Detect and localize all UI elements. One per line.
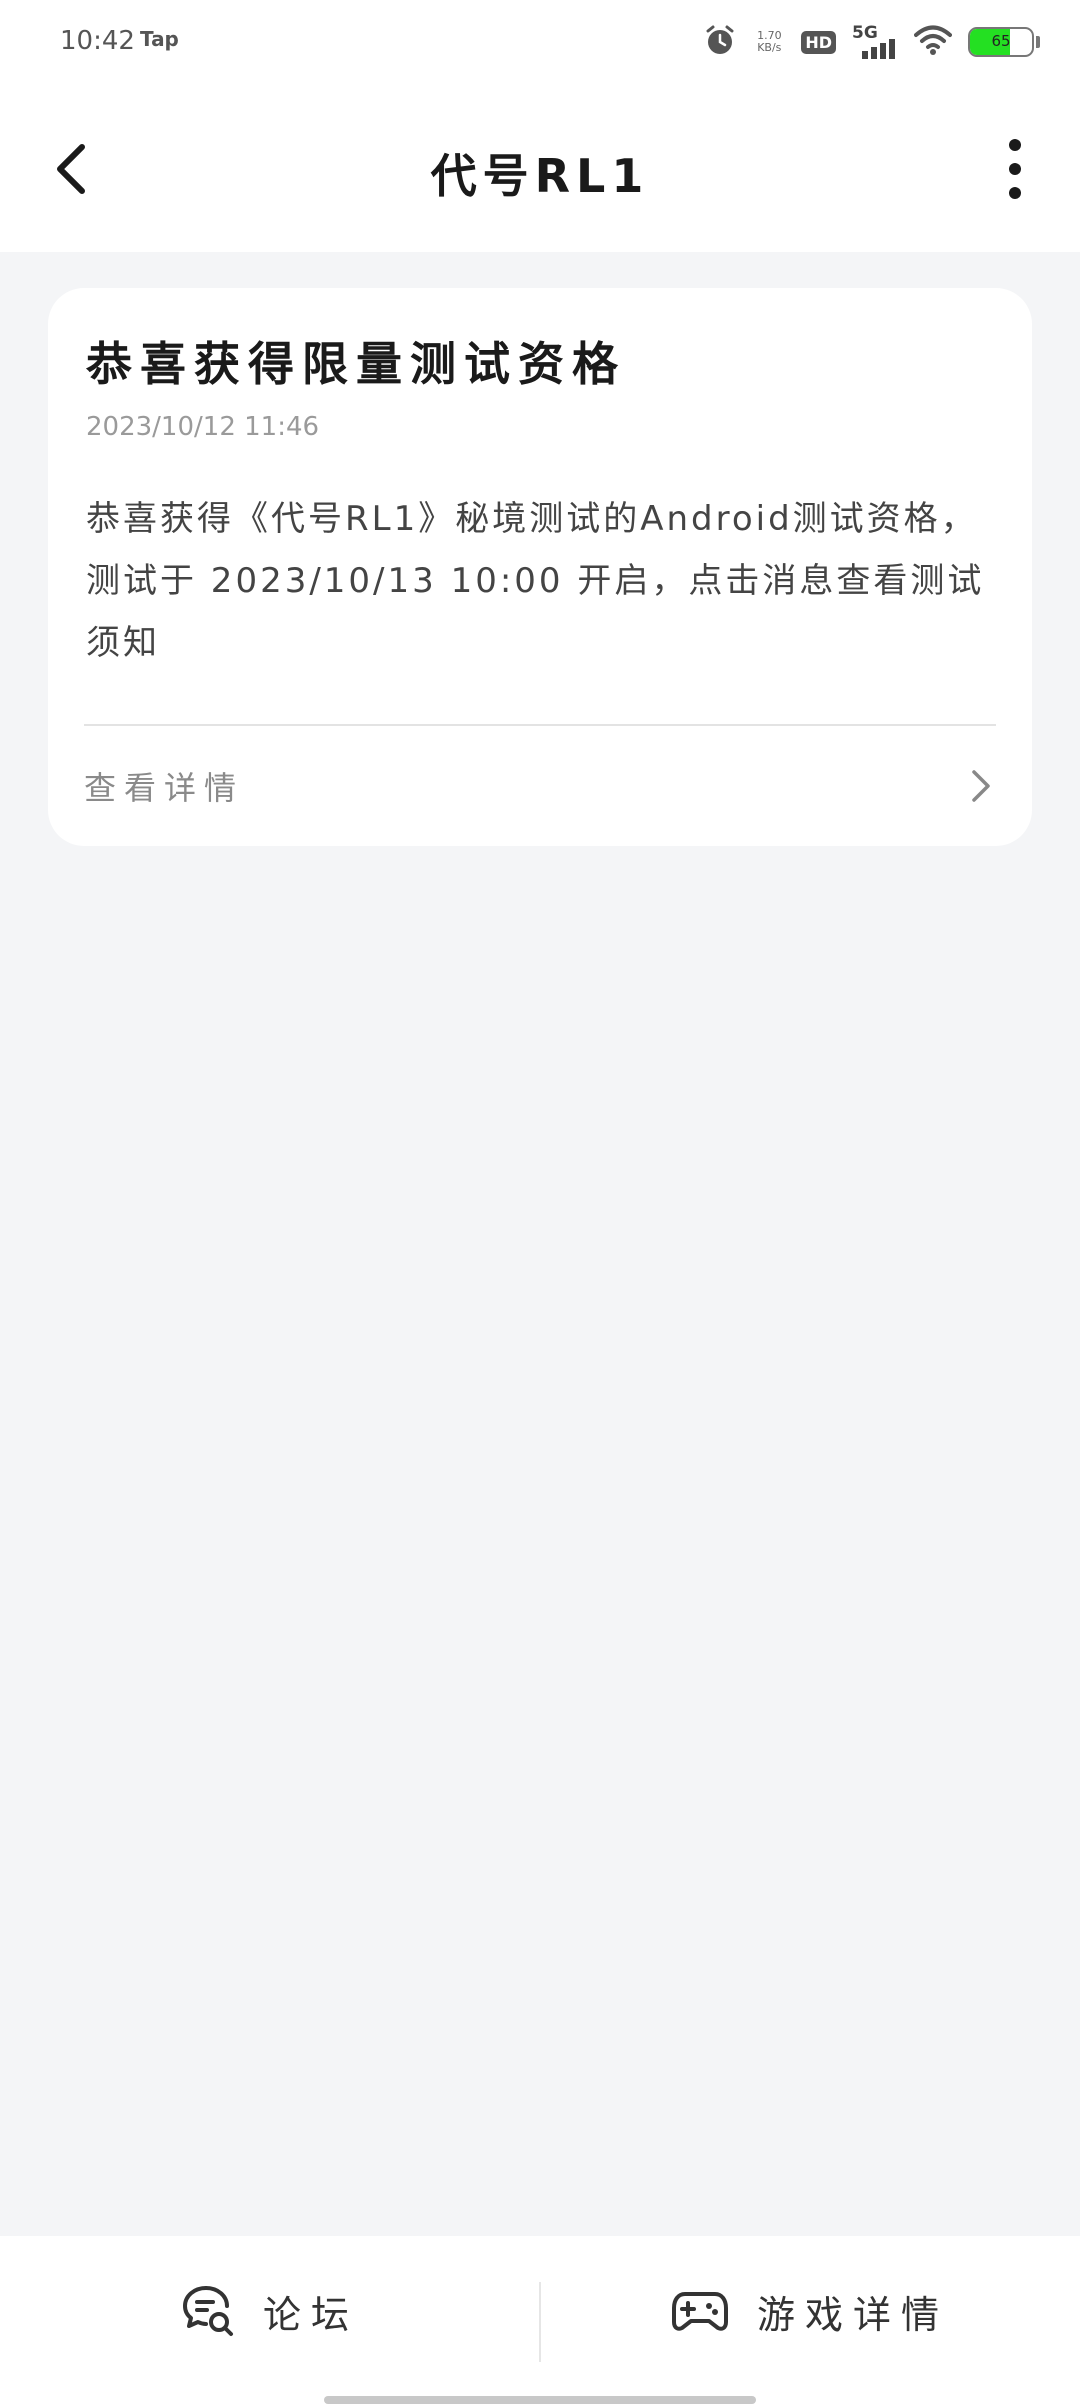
forum-tab-label: 论坛 (262, 2292, 359, 2337)
message-title: 恭喜获得限量测试资格 (86, 337, 626, 391)
home-indicator[interactable] (324, 2396, 756, 2404)
cellular-signal-icon: 5G (852, 23, 898, 59)
status-bar: 10:42 Tap 1.70 KB/s HD 5G 65 (0, 0, 1080, 84)
message-body: 恭喜获得《代号RL1》秘境测试的Android测试资格，测试于 2023/10/… (86, 499, 985, 663)
status-time: 10:42 (60, 26, 135, 56)
battery-level: 65 (991, 32, 1011, 50)
gamepad-icon (671, 2292, 728, 2331)
net-speed: 1.70 KB/s (753, 30, 785, 54)
net-speed-unit: KB/s (757, 41, 782, 54)
wifi-icon (914, 24, 952, 60)
game-details-tab-label: 游戏详情 (756, 2292, 949, 2337)
status-app-indicator: Tap (140, 27, 179, 51)
alarm-icon (703, 23, 737, 61)
battery-icon: 65 (968, 27, 1034, 57)
more-vertical-icon (1009, 139, 1021, 151)
forum-chat-icon (182, 2286, 233, 2336)
hd-badge: HD (801, 30, 836, 54)
view-details-link[interactable]: 查看详情 (84, 726, 996, 846)
game-details-tab[interactable]: 游戏详情 (540, 2236, 1080, 2386)
page-title: 代号RL1 (430, 149, 650, 203)
chevron-right-icon (972, 770, 990, 802)
bottom-action-bar: 论坛 游戏详情 (0, 2236, 1080, 2408)
view-details-label: 查看详情 (84, 769, 245, 807)
message-card[interactable]: 恭喜获得限量测试资格 2023/10/12 11:46 恭喜获得《代号RL1》秘… (48, 288, 1032, 846)
more-options-button[interactable] (990, 134, 1040, 204)
status-icons: 1.70 KB/s HD 5G 65 (703, 22, 1040, 62)
message-timestamp: 2023/10/12 11:46 (86, 412, 320, 442)
battery-tip (1036, 36, 1040, 48)
forum-tab[interactable]: 论坛 (0, 2236, 540, 2386)
top-nav-bar: 代号RL1 (0, 84, 1080, 252)
